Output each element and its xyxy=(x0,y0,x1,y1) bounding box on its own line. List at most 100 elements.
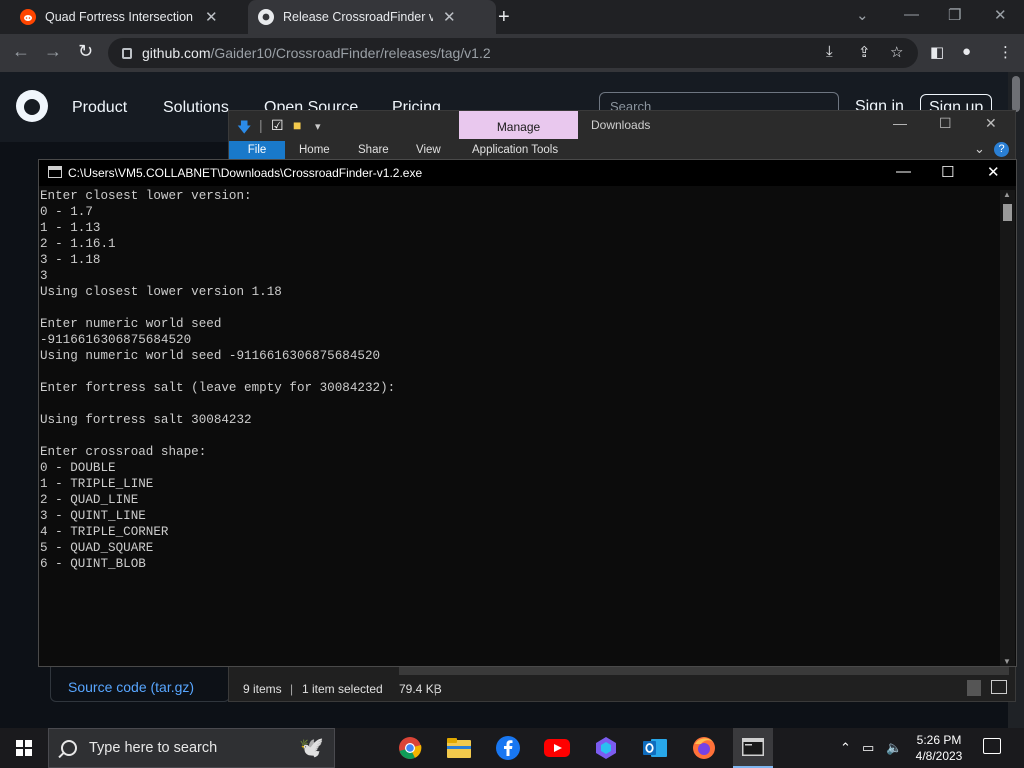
quick-access-dropdown-icon[interactable]: ▾ xyxy=(315,120,321,133)
close-tab-icon[interactable]: ✕ xyxy=(443,8,456,26)
system-clock[interactable]: 5:26 PM 4/8/2023 xyxy=(908,732,970,764)
help-icon[interactable]: ? xyxy=(994,142,1009,157)
console-title-bar: C:\Users\VM5.COLLABNET\Downloads\Crossro… xyxy=(39,160,1016,186)
restore-icon[interactable]: ❐ xyxy=(948,6,961,24)
minimize-icon[interactable]: — xyxy=(896,163,911,180)
nav-product[interactable]: Product xyxy=(72,99,127,117)
source-code-tar-link[interactable]: Source code (tar.gz) xyxy=(68,679,194,695)
file-explorer-icon[interactable] xyxy=(445,734,473,762)
tab-manage[interactable]: Manage xyxy=(459,111,578,139)
console-line: 3 - 1.18 xyxy=(40,253,101,267)
clock-time: 5:26 PM xyxy=(916,733,962,747)
ribbon-expand-chevron-icon[interactable]: ⌄ xyxy=(974,141,985,157)
address-bar[interactable]: github.com /Gaider10/CrossroadFinder/rel… xyxy=(108,38,918,68)
download-arrow-icon: 🡇 xyxy=(237,119,252,135)
console-line: Using fortress salt 30084232 xyxy=(40,413,252,427)
desktop-screen: Quad Fortress Intersection Locati ✕ Rele… xyxy=(0,0,1024,768)
clock-date: 4/8/2023 xyxy=(915,749,963,763)
console-line: 1 - TRIPLE_LINE xyxy=(40,477,154,491)
console-line: 0 - DOUBLE xyxy=(40,461,116,475)
github-logo-icon[interactable] xyxy=(16,90,48,122)
console-line: 0 - 1.7 xyxy=(40,205,93,219)
console-line: 1 - 1.13 xyxy=(40,221,101,235)
menu-kebab-icon[interactable]: ⋮ xyxy=(998,43,1013,61)
maximize-icon[interactable]: ☐ xyxy=(941,163,954,181)
windows-taskbar: Type here to search 🕊️ ⌃ ▭ 🔈 5:26 PM 4/8… xyxy=(0,728,1024,768)
chrome-icon[interactable] xyxy=(396,734,424,762)
new-folder-icon[interactable]: ■ xyxy=(293,117,301,133)
close-window-icon[interactable]: ✕ xyxy=(987,163,1000,181)
explorer-title-bar: 🡇 | ☑ ■ ▾ Manage Downloads — ☐ ✕ xyxy=(229,111,1015,139)
side-panel-icon[interactable]: ◧ xyxy=(930,43,944,61)
scrollbar-thumb[interactable] xyxy=(1012,76,1020,112)
back-icon[interactable]: ← xyxy=(12,41,30,62)
nav-solutions[interactable]: Solutions xyxy=(163,99,229,117)
volume-icon[interactable]: 🔈 xyxy=(886,740,902,756)
tab-title: Quad Fortress Intersection Locati xyxy=(45,10,195,24)
share-icon[interactable]: ⇪ xyxy=(858,43,871,61)
minimize-icon[interactable]: — xyxy=(893,115,907,131)
start-button[interactable] xyxy=(16,740,32,756)
console-scrollbar[interactable]: ▲ ▼ xyxy=(1000,190,1015,666)
console-line: -9116616306875684520 xyxy=(40,333,192,347)
scroll-down-icon[interactable]: ▼ xyxy=(1003,657,1011,666)
reddit-icon xyxy=(20,9,36,25)
console-line: Enter crossroad shape: xyxy=(40,445,207,459)
youtube-icon[interactable] xyxy=(543,734,571,762)
url-path: /Gaider10/CrossroadFinder/releases/tag/v… xyxy=(210,45,491,61)
minimize-icon[interactable]: — xyxy=(904,6,919,23)
ribbon-tab-file[interactable]: File xyxy=(229,141,285,161)
github-icon xyxy=(258,9,274,25)
new-tab-button[interactable]: + xyxy=(498,6,510,29)
forward-icon[interactable]: → xyxy=(44,41,62,62)
copilot-icon[interactable] xyxy=(592,734,620,762)
taskbar-search-box[interactable]: Type here to search 🕊️ xyxy=(48,728,335,768)
details-view-icon[interactable] xyxy=(967,680,981,696)
notification-center-icon[interactable] xyxy=(983,738,1001,754)
scrollbar-thumb[interactable] xyxy=(1003,204,1012,221)
status-divider: | xyxy=(434,682,438,696)
status-divider: | xyxy=(290,682,294,696)
network-icon[interactable]: ▭ xyxy=(862,740,874,756)
facebook-icon[interactable] xyxy=(494,734,522,762)
large-icons-view-icon[interactable] xyxy=(991,680,1007,694)
console-app-icon xyxy=(48,166,62,178)
status-selected: 1 item selected xyxy=(302,682,383,696)
firefox-icon[interactable] xyxy=(690,734,718,762)
tab-github-release[interactable]: Release CrossroadFinder v1.2 · Ga ✕ xyxy=(248,0,496,34)
console-taskbar-button[interactable] xyxy=(733,728,773,768)
console-line: Enter closest lower version: xyxy=(40,189,252,203)
maximize-icon[interactable]: ☐ xyxy=(939,115,952,132)
show-hidden-icons-chevron-icon[interactable]: ⌃ xyxy=(840,740,851,756)
console-line: 5 - QUAD_SQUARE xyxy=(40,541,154,555)
ribbon-tab-view[interactable]: View xyxy=(416,144,441,156)
taskbar-search-placeholder: Type here to search xyxy=(89,740,218,756)
console-line: Using closest lower version 1.18 xyxy=(40,285,282,299)
tab-reddit[interactable]: Quad Fortress Intersection Locati ✕ xyxy=(12,0,244,34)
profile-icon[interactable]: ● xyxy=(962,43,971,60)
ribbon-tab-application-tools[interactable]: Application Tools xyxy=(472,144,558,156)
explorer-horizontal-scrollbar[interactable] xyxy=(399,667,1009,675)
close-window-icon[interactable]: ✕ xyxy=(994,6,1007,24)
tab-search-chevron-icon[interactable]: ⌄ xyxy=(856,6,869,24)
scroll-up-icon[interactable]: ▲ xyxy=(1003,190,1011,199)
explorer-ribbon-tabs: File Home Share View Application Tools ⌄… xyxy=(229,139,1015,161)
tab-title: Release CrossroadFinder v1.2 · Ga xyxy=(283,10,433,24)
properties-icon[interactable]: ☑ xyxy=(271,117,284,134)
close-window-icon[interactable]: ✕ xyxy=(985,115,997,132)
ribbon-tab-share[interactable]: Share xyxy=(358,144,389,156)
search-highlight-icon: 🕊️ xyxy=(299,737,324,759)
close-tab-icon[interactable]: ✕ xyxy=(205,8,218,26)
windows-logo-icon xyxy=(16,740,23,747)
bookmark-star-icon[interactable]: ☆ xyxy=(890,43,903,61)
ribbon-tab-home[interactable]: Home xyxy=(299,144,330,156)
lock-icon xyxy=(122,47,132,59)
install-app-icon[interactable]: ⤓ xyxy=(826,43,833,60)
outlook-icon[interactable] xyxy=(641,734,669,762)
console-output[interactable]: Enter closest lower version: 0 - 1.7 1 - 1… xyxy=(40,188,998,658)
url-host: github.com xyxy=(142,45,211,61)
reload-icon[interactable]: ↻ xyxy=(78,41,93,62)
console-line: Enter fortress salt (leave empty for 300… xyxy=(40,381,396,395)
browser-toolbar: ← → ↻ github.com /Gaider10/CrossroadFind… xyxy=(0,34,1024,72)
